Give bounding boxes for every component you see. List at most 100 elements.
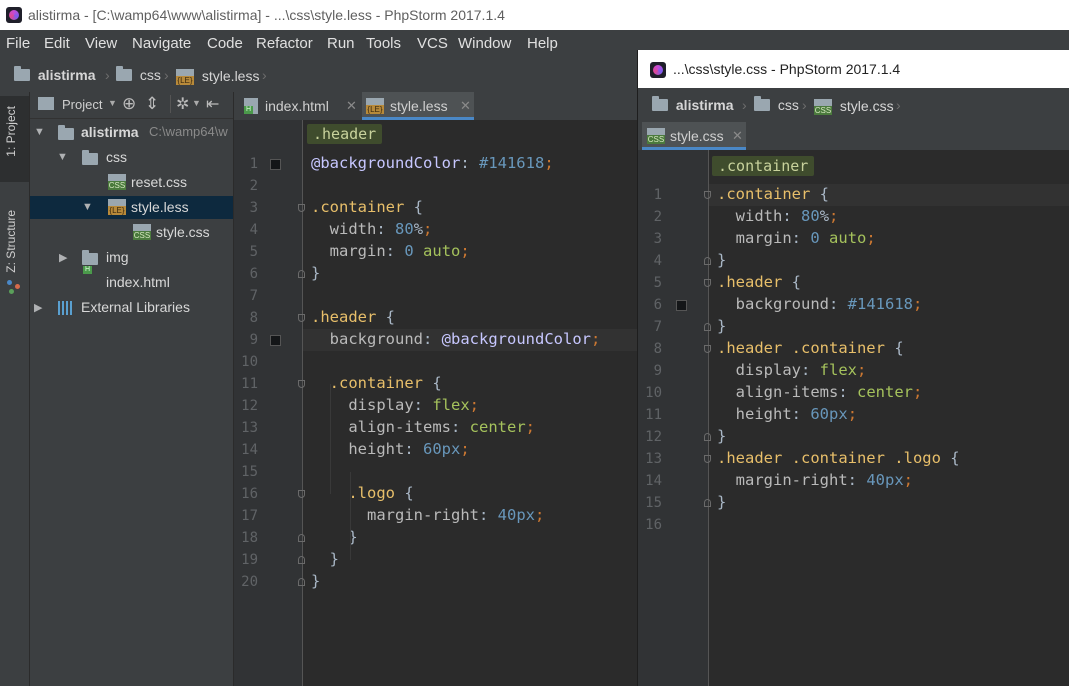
fold-end-icon[interactable] [298, 270, 305, 278]
line-number: 9 [653, 363, 662, 379]
line-number: 5 [249, 244, 258, 260]
line-number: 4 [653, 253, 662, 269]
editor-breadcrumb[interactable]: .container [712, 156, 815, 176]
line-number: 10 [241, 354, 258, 370]
fold-start-icon[interactable] [704, 345, 711, 353]
collapsed-arrow-icon: ▶ [59, 252, 68, 264]
menu-view[interactable]: View [85, 35, 117, 52]
color-swatch-icon[interactable] [270, 159, 281, 170]
fold-start-icon[interactable] [704, 279, 711, 287]
tree-item-img[interactable]: ▶ img [30, 246, 233, 269]
menu-refactor[interactable]: Refactor [256, 35, 313, 52]
line-number: 7 [249, 288, 258, 304]
tree-item-style-css[interactable]: CSS style.css [30, 221, 233, 244]
code-line: } [717, 493, 727, 511]
nav-crumb-project[interactable]: alistirma [14, 66, 95, 83]
menu-run[interactable]: Run [327, 35, 355, 52]
fold-end-icon[interactable] [298, 556, 305, 564]
folder-icon [652, 96, 668, 111]
line-number: 14 [241, 442, 258, 458]
fold-start-icon[interactable] [298, 204, 305, 212]
chevron-right-icon: › [896, 97, 901, 113]
fold-end-icon[interactable] [298, 534, 305, 542]
editor-breadcrumb[interactable]: .header [307, 124, 383, 144]
tab-style-css[interactable]: CSS style.css ✕ [642, 122, 746, 150]
phpstorm-app-icon [650, 62, 666, 78]
line-number: 12 [645, 429, 662, 445]
menu-file[interactable]: File [6, 35, 30, 52]
fold-start-icon[interactable] [298, 490, 305, 498]
close-icon[interactable]: ✕ [346, 98, 357, 114]
menu-tools[interactable]: Tools [366, 35, 401, 52]
locate-icon[interactable]: ⊕ [122, 94, 136, 114]
code-editor-right[interactable]: .container 1 .container {2 width: 80%; 3 m… [638, 150, 1069, 686]
fold-end-icon[interactable] [704, 433, 711, 441]
line-number: 13 [241, 420, 258, 436]
color-swatch-icon[interactable] [270, 335, 281, 346]
code-line: } [311, 572, 321, 590]
nav-crumb-project[interactable]: alistirma [652, 96, 733, 113]
tree-item-index-html[interactable]: H index.html [30, 266, 233, 294]
folder-icon [82, 150, 98, 165]
tree-item-style-less[interactable]: ▼ {LE} style.less [30, 196, 233, 219]
close-icon[interactable]: ✕ [460, 98, 471, 114]
tree-item-reset-css[interactable]: CSS reset.css [30, 171, 233, 194]
gear-icon[interactable]: ✲ [176, 94, 189, 114]
expanded-arrow-icon: ▼ [57, 151, 68, 163]
code-editor-left[interactable]: .header 1 @backgroundColor: #141618; 2 3 .co… [234, 120, 637, 686]
tree-item-css[interactable]: ▼ css [30, 146, 233, 169]
line-number: 2 [653, 209, 662, 225]
fold-start-icon[interactable] [704, 191, 711, 199]
nav-crumb-file-label: style.css [839, 98, 894, 114]
collapsed-arrow-icon: ▶ [34, 302, 43, 314]
tree-item-label: img [106, 249, 129, 265]
code-line: align-items: center; [348, 418, 535, 436]
menu-vcs[interactable]: VCS [417, 35, 448, 52]
code-line: .header { [717, 273, 801, 291]
line-number: 19 [241, 552, 258, 568]
code-line: background: @backgroundColor; [329, 330, 601, 348]
fold-end-icon[interactable] [298, 578, 305, 586]
nav-crumb-file[interactable]: CSS style.css [814, 97, 894, 115]
menu-code[interactable]: Code [207, 35, 243, 52]
chevron-down-icon: ▼ [192, 98, 201, 108]
tool-tab-structure[interactable]: Z: Structure [4, 210, 18, 273]
menu-help[interactable]: Help [527, 35, 558, 52]
collapse-all-icon[interactable]: ⇕ [145, 94, 159, 114]
fold-end-icon[interactable] [704, 499, 711, 507]
code-line: align-items: center; [735, 383, 923, 401]
folder-icon [58, 125, 74, 140]
library-icon [58, 301, 74, 315]
tree-item-label: External Libraries [81, 299, 190, 315]
fold-end-icon[interactable] [704, 257, 711, 265]
line-number: 4 [249, 222, 258, 238]
code-line: margin: 0 auto; [329, 242, 470, 260]
menu-window[interactable]: Window [458, 35, 511, 52]
css-file-icon: CSS [647, 128, 665, 144]
code-line: width: 80%; [329, 220, 433, 238]
tab-style-less[interactable]: {LE} style.less ✕ [362, 92, 474, 120]
menu-edit[interactable]: Edit [44, 35, 70, 52]
nav-crumb-file[interactable]: {LE} style.less [176, 67, 260, 85]
fold-start-icon[interactable] [704, 455, 711, 463]
fold-start-icon[interactable] [298, 314, 305, 322]
fold-end-icon[interactable] [704, 323, 711, 331]
nav-crumb-folder[interactable]: css [754, 96, 799, 113]
tree-item-alistirma[interactable]: ▼ alistirma C:\wamp64\w [30, 121, 233, 144]
expanded-arrow-icon: ▼ [34, 126, 45, 138]
tab-index-html[interactable]: H index.html ✕ [240, 92, 358, 120]
fold-start-icon[interactable] [298, 380, 305, 388]
hide-panel-icon[interactable]: ⇤ [206, 94, 219, 114]
line-number: 18 [241, 530, 258, 546]
tool-tab-project[interactable]: 1: Project [4, 106, 18, 157]
tree-item-external-libraries[interactable]: ▶ External Libraries [30, 296, 233, 319]
color-swatch-icon[interactable] [676, 300, 687, 311]
project-view-selector[interactable]: Project [62, 97, 102, 112]
nav-crumb-file-label: style.less [201, 68, 260, 84]
close-icon[interactable]: ✕ [732, 128, 743, 144]
nav-crumb-folder[interactable]: css [116, 66, 161, 83]
line-number: 13 [645, 451, 662, 467]
css-file-icon: CSS [133, 224, 151, 240]
line-number: 7 [653, 319, 662, 335]
menu-navigate[interactable]: Navigate [132, 35, 191, 52]
